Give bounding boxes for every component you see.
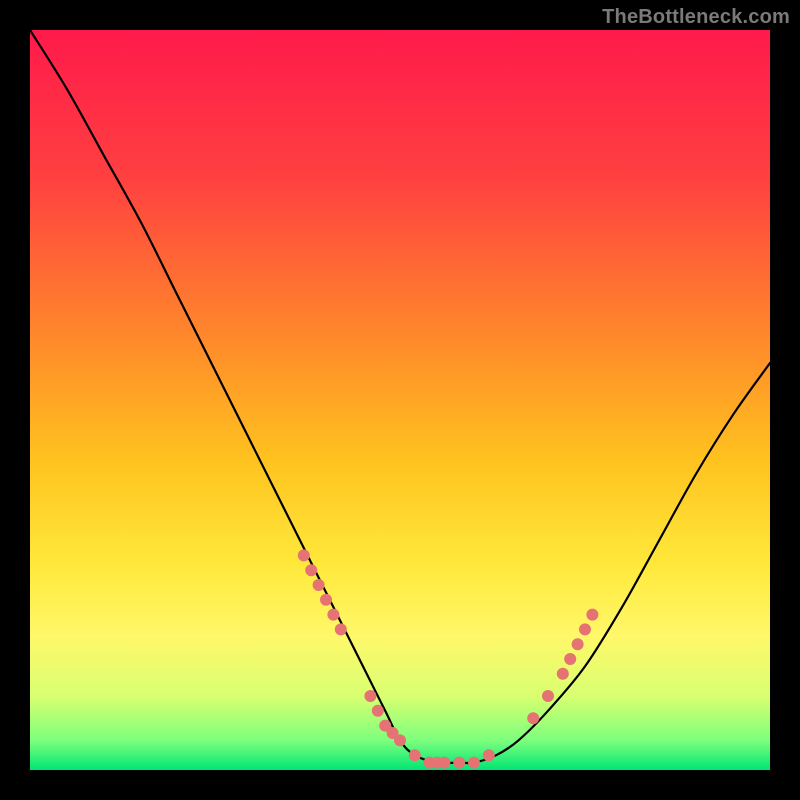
overlay-dots-right-slope-dot — [579, 623, 591, 635]
chart-frame: TheBottleneck.com — [0, 0, 800, 800]
overlay-dots-left-slope-dot — [313, 579, 325, 591]
overlay-dots-valley-floor-dot — [483, 749, 495, 761]
overlay-dots-valley-floor-dot — [409, 749, 421, 761]
overlay-dots-valley-floor-dot — [468, 757, 480, 769]
overlay-dots-right-slope-dot — [527, 712, 539, 724]
chart-plot-area — [30, 30, 770, 770]
overlay-dots-left-slope-dot — [305, 564, 317, 576]
chart-svg — [30, 30, 770, 770]
overlay-dots-valley-floor-dot — [438, 757, 450, 769]
overlay-dots-right-slope-dot — [564, 653, 576, 665]
overlay-dots-right-slope-dot — [572, 638, 584, 650]
overlay-dots-right-slope-dot — [557, 668, 569, 680]
overlay-dots-valley-left-dot — [394, 734, 406, 746]
overlay-dots-valley-floor-dot — [453, 757, 465, 769]
watermark-text: TheBottleneck.com — [602, 6, 790, 29]
overlay-dots-left-slope-dot — [320, 594, 332, 606]
overlay-dots-valley-left-dot — [364, 690, 376, 702]
overlay-dots-left-slope-dot — [327, 609, 339, 621]
overlay-dots-left-slope-dot — [335, 623, 347, 635]
chart-background — [30, 30, 770, 770]
overlay-dots-valley-left-dot — [372, 705, 384, 717]
overlay-dots-left-slope-dot — [298, 549, 310, 561]
overlay-dots-right-slope-dot — [586, 609, 598, 621]
overlay-dots-right-slope-dot — [542, 690, 554, 702]
